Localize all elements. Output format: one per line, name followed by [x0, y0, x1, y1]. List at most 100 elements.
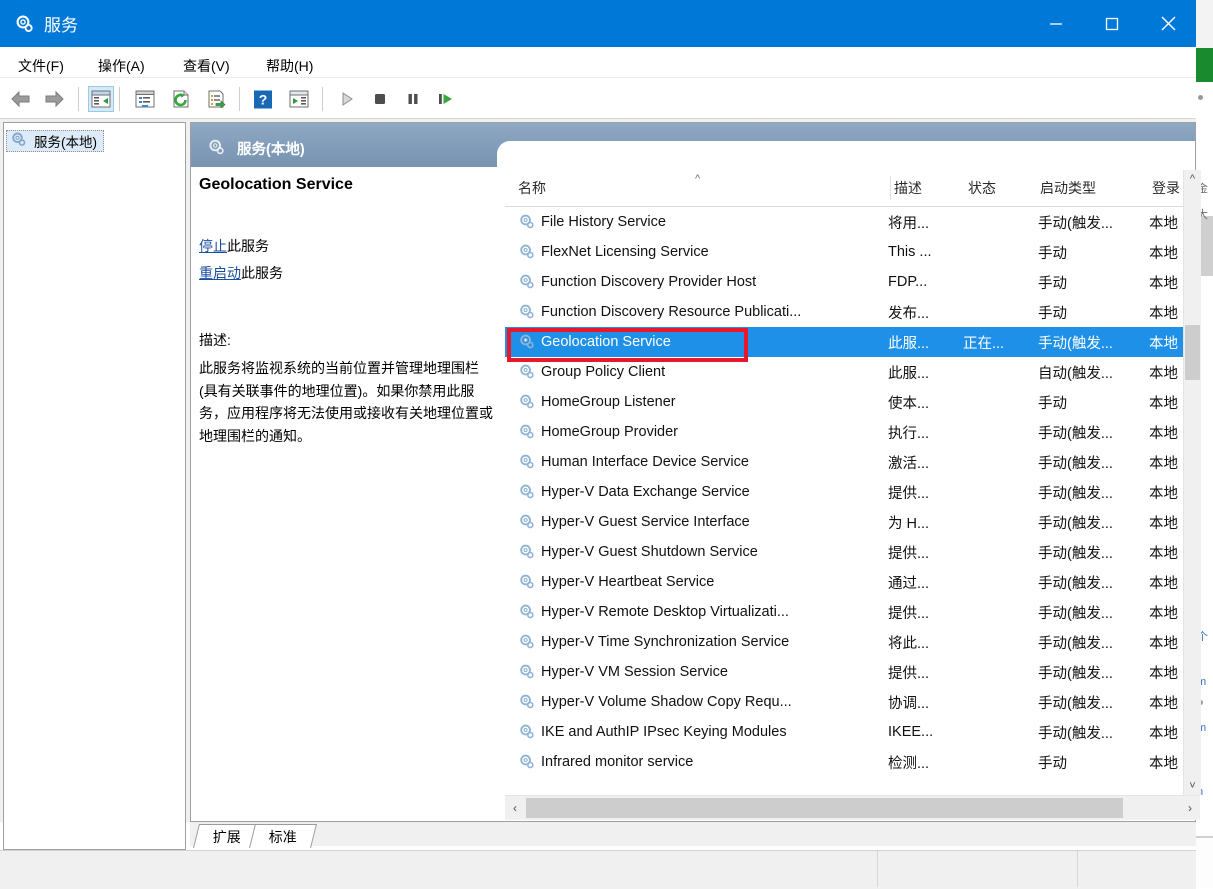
cell-description: 激活... [888, 455, 930, 472]
table-row[interactable]: HomeGroup Provider 执行... 手动(触发... 本地 [505, 417, 1183, 447]
cell-startup-type: 手动(触发... [1038, 545, 1113, 562]
minimize-button[interactable] [1028, 0, 1084, 47]
pane-header-title: 服务(本地) [237, 142, 305, 158]
table-row[interactable]: Hyper-V Data Exchange Service 提供... 手动(触发.… [505, 477, 1183, 507]
cell-description: 通过... [888, 575, 930, 592]
stop-service-icon[interactable] [367, 86, 393, 112]
export-list-icon[interactable] [204, 86, 230, 112]
cell-logon: 本地 [1149, 305, 1178, 322]
vertical-scroll-thumb[interactable] [1185, 325, 1200, 380]
scroll-left-icon[interactable]: ‹ [505, 796, 525, 820]
cell-status: 正在... [963, 335, 1005, 352]
column-header-status[interactable]: 状态 [963, 170, 1038, 207]
column-header-name-label: 名称 [518, 180, 546, 196]
table-row[interactable]: FlexNet Licensing Service This ... 手动 本地 [505, 237, 1183, 267]
column-header-logon-label: 登录 [1152, 180, 1180, 196]
start-service-icon[interactable] [334, 86, 360, 112]
table-row[interactable]: File History Service 将用... 手动(触发... 本地 [505, 207, 1183, 237]
show-hide-console-tree-icon[interactable] [88, 86, 114, 112]
horizontal-scroll-thumb[interactable] [526, 798, 1123, 818]
gear-icon [518, 453, 537, 472]
cell-name: Human Interface Device Service [541, 454, 749, 470]
status-bar [0, 850, 1196, 889]
cell-name: Hyper-V Time Synchronization Service [541, 634, 790, 650]
table-row[interactable]: Human Interface Device Service 激活... 手动(触发… [505, 447, 1183, 477]
cell-startup-type: 自动(触发... [1038, 365, 1113, 382]
gear-icon [518, 753, 537, 772]
table-row[interactable]: Function Discovery Provider Host FDP... 手动… [505, 267, 1183, 297]
page-title: Geolocation Service [199, 176, 353, 193]
cell-logon: 本地 [1149, 395, 1178, 412]
restart-service-icon[interactable] [433, 86, 459, 112]
cell-name: Hyper-V Remote Desktop Virtualizati... [541, 604, 789, 620]
show-action-pane-icon[interactable] [286, 86, 312, 112]
cell-startup-type: 手动(触发... [1038, 515, 1113, 532]
sort-ascending-icon: ^ [695, 173, 701, 185]
cell-logon: 本地 [1149, 605, 1178, 622]
forward-icon[interactable] [41, 86, 67, 112]
menu-help[interactable]: 帮助(H) [261, 54, 318, 78]
properties-icon[interactable] [132, 86, 158, 112]
cell-logon: 本地 [1149, 725, 1178, 742]
menu-action[interactable]: 操作(A) [93, 54, 150, 78]
column-header-startup-type[interactable]: 启动类型 [1035, 170, 1150, 207]
table-row[interactable]: Hyper-V Volume Shadow Copy Requ... 协调... 手… [505, 687, 1183, 717]
cell-description: IKEE... [888, 724, 934, 740]
cell-description: 将此... [888, 635, 930, 652]
cell-name: Group Policy Client [541, 364, 666, 380]
table-row[interactable]: HomeGroup Listener 使本... 手动 本地 [505, 387, 1183, 417]
gear-icon [518, 273, 537, 292]
gear-icon [518, 693, 537, 712]
table-row[interactable]: Hyper-V Guest Shutdown Service 提供... 手动(触发… [505, 537, 1183, 567]
column-header-status-label: 状态 [968, 180, 996, 196]
cell-logon: 本地 [1149, 755, 1178, 772]
menu-view[interactable]: 查看(V) [178, 54, 235, 78]
table-row[interactable]: Infrared monitor service 检测... 手动 本地 [505, 747, 1183, 777]
window-title: 服务 [44, 16, 78, 35]
gear-icon [10, 131, 27, 151]
cell-description: 此服... [888, 335, 930, 352]
cell-name: Hyper-V Guest Service Interface [541, 514, 750, 530]
restart-service-line: 重启动此服务 [199, 263, 283, 283]
list-vertical-scrollbar[interactable]: ^ ˅ [1183, 170, 1201, 795]
cell-logon: 本地 [1149, 695, 1178, 712]
help-icon[interactable]: ? [250, 86, 276, 112]
list-horizontal-scrollbar[interactable]: ‹ › [505, 795, 1200, 820]
table-row[interactable]: IKE and AuthIP IPsec Keying Modules IKEE.… [505, 717, 1183, 747]
table-row[interactable]: Hyper-V VM Session Service 提供... 手动(触发... 本… [505, 657, 1183, 687]
column-header-description[interactable]: 描述 [891, 170, 964, 207]
restart-service-link[interactable]: 重启动 [199, 265, 241, 281]
cell-startup-type: 手动(触发... [1038, 665, 1113, 682]
scroll-down-icon[interactable]: ˅ [1184, 777, 1201, 795]
sidebar-item-services-local[interactable]: 服务(本地) [6, 130, 104, 152]
cell-logon: 本地 [1149, 335, 1178, 352]
cell-description: 使本... [888, 395, 930, 412]
cell-description: This ... [888, 244, 932, 260]
cell-startup-type: 手动(触发... [1038, 605, 1113, 622]
toolbar-separator-4 [322, 87, 323, 111]
table-row[interactable]: Geolocation Service 此服... 正在... 手动(触发... 本地 [505, 327, 1183, 357]
table-row[interactable]: Hyper-V Heartbeat Service 通过... 手动(触发... 本地 [505, 567, 1183, 597]
column-header-startup-type-label: 启动类型 [1040, 180, 1096, 196]
table-row[interactable]: Group Policy Client 此服... 自动(触发... 本地 [505, 357, 1183, 387]
scroll-up-icon[interactable]: ^ [1184, 170, 1201, 188]
table-row[interactable]: Hyper-V Time Synchronization Service 将此..… [505, 627, 1183, 657]
column-header-logon[interactable]: 登录 [1147, 170, 1188, 207]
svg-text:?: ? [259, 91, 268, 107]
screen: 金 大 t 个 m m n 服务 [0, 0, 1213, 889]
tab-standard[interactable]: 标准 [249, 824, 317, 848]
table-row[interactable]: Function Discovery Resource Publicati...… [505, 297, 1183, 327]
refresh-icon[interactable] [168, 86, 194, 112]
pause-service-icon[interactable] [400, 86, 426, 112]
menu-file[interactable]: 文件(F) [13, 54, 69, 78]
scroll-right-icon[interactable]: › [1180, 796, 1200, 820]
table-row[interactable]: Hyper-V Guest Service Interface 为 H... 手动(… [505, 507, 1183, 537]
close-button[interactable] [1140, 0, 1196, 47]
back-icon[interactable] [8, 86, 34, 112]
maximize-button[interactable] [1084, 0, 1140, 47]
table-row[interactable]: Hyper-V Remote Desktop Virtualizati... 提供… [505, 597, 1183, 627]
cell-description: 此服... [888, 365, 930, 382]
stop-service-link[interactable]: 停止 [199, 238, 227, 254]
services-list[interactable]: File History Service 将用... 手动(触发... 本地 FlexN… [505, 207, 1183, 795]
tab-standard-label: 标准 [268, 828, 297, 845]
